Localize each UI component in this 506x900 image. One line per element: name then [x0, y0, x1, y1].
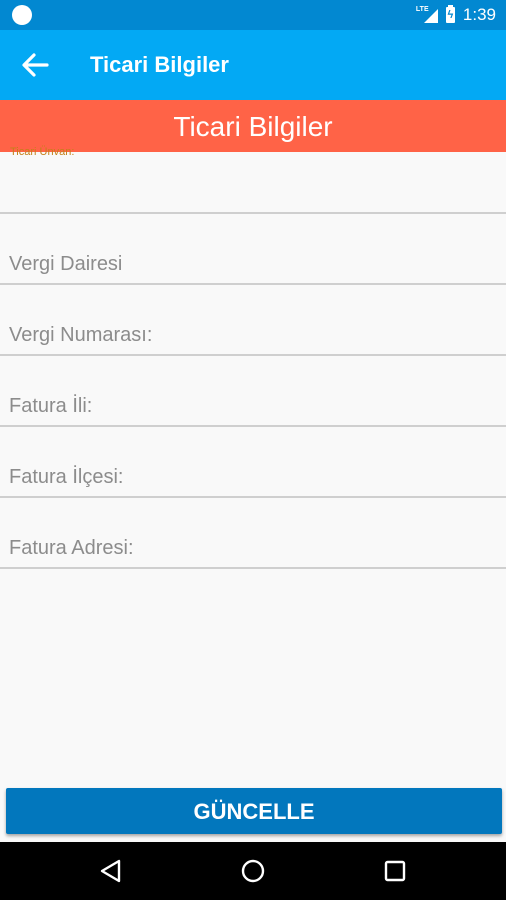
nav-back-button[interactable] [91, 851, 131, 891]
recents-square-icon [384, 860, 406, 882]
vergi-dairesi-field[interactable]: Vergi Dairesi [0, 215, 506, 285]
fatura-ilcesi-field[interactable]: Fatura İlçesi: [0, 428, 506, 498]
nav-recents-button[interactable] [375, 851, 415, 891]
back-triangle-icon [100, 859, 121, 883]
navigation-bar [0, 842, 506, 900]
status-time: 1:39 [462, 5, 496, 24]
fatura-ili-field[interactable]: Fatura İli: [0, 357, 506, 427]
fatura-adresi-placeholder: Fatura Adresi: [9, 537, 134, 559]
fatura-ili-placeholder: Fatura İli: [9, 395, 93, 417]
nav-home-button[interactable] [233, 851, 273, 891]
fatura-adresi-field[interactable]: Fatura Adresi: [0, 499, 506, 569]
app-bar: Ticari Bilgiler [0, 30, 506, 100]
arrow-left-icon [22, 53, 49, 77]
status-icons: LTE ϟ 1:39 [416, 0, 496, 30]
notification-dot-icon [12, 5, 32, 25]
status-bar: LTE ϟ 1:39 [0, 0, 506, 30]
app-bar-title: Ticari Bilgiler [90, 52, 229, 77]
vergi-numarasi-placeholder: Vergi Numarası: [9, 324, 153, 346]
back-button[interactable] [10, 40, 60, 90]
update-button[interactable]: GÜNCELLE [6, 788, 502, 834]
ticari-unvan-label: Ticari Ünvan: [10, 146, 75, 158]
vergi-numarasi-field[interactable]: Vergi Numarası: [0, 286, 506, 356]
lte-signal-icon: LTE [416, 6, 438, 24]
ticari-unvan-field[interactable]: Ticari Ünvan: [0, 144, 506, 214]
vergi-dairesi-placeholder: Vergi Dairesi [9, 253, 123, 275]
fatura-ilcesi-placeholder: Fatura İlçesi: [9, 466, 124, 488]
battery-charging-icon: ϟ [445, 5, 455, 23]
home-circle-icon [241, 859, 265, 883]
